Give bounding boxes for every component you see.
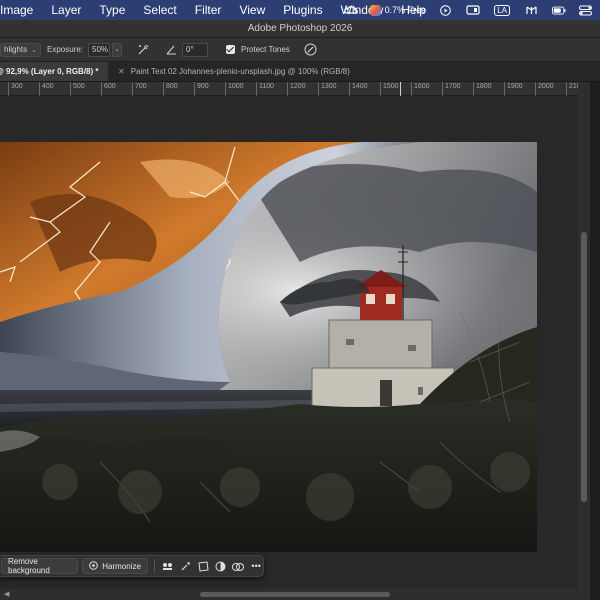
ruler-tick: 1400 <box>349 82 368 96</box>
ruler-tick: 700 <box>132 82 147 96</box>
transform-icon[interactable] <box>196 558 210 574</box>
ruler-tick: 500 <box>70 82 85 96</box>
horizontal-ruler[interactable]: 300 400 500 600 700 800 900 1000 1100 1200 1300 140… <box>0 82 585 96</box>
document-tab-bar: @ 92,9% (Layer 0, RGB/8) * ✕ Paint Text … <box>0 62 600 82</box>
exposure-dropdown-button[interactable]: ⌄ <box>112 42 123 57</box>
window-title-bar: Adobe Photoshop 2026 <box>0 20 600 38</box>
exposure-label: Exposure: <box>47 45 84 54</box>
memory-free-label: 0.7% Free <box>384 5 427 15</box>
battery-icon[interactable] <box>552 4 566 16</box>
ruler-tick: 300 <box>8 82 23 96</box>
network-icon[interactable] <box>524 4 538 16</box>
menu-image[interactable]: Image <box>0 3 33 17</box>
remove-background-button[interactable]: Remove background <box>1 557 79 575</box>
ruler-tick: 1600 <box>411 82 430 96</box>
document-canvas[interactable] <box>0 142 537 552</box>
memory-icon <box>369 4 381 16</box>
menu-select[interactable]: Select <box>143 3 176 17</box>
angle-input[interactable]: 0° <box>182 42 209 57</box>
close-icon[interactable]: ✕ <box>118 67 125 76</box>
harmonize-button[interactable]: Harmonize <box>82 558 148 574</box>
tab-document-paint-text[interactable]: ✕ Paint Text 02 Johannes-plenio-unsplash… <box>108 62 358 81</box>
horizontal-scroll-thumb[interactable] <box>200 592 390 597</box>
canvas-area[interactable]: Remove background Harmonize ••• <box>0 96 578 589</box>
ruler-tick: 1200 <box>287 82 306 96</box>
memory-status[interactable]: 0.7% Free <box>369 4 427 16</box>
creative-cloud-icon[interactable] <box>343 4 358 16</box>
harmonize-label: Harmonize <box>102 561 141 571</box>
select-subject-icon[interactable] <box>161 558 175 574</box>
vertical-scrollbar[interactable] <box>578 82 590 590</box>
menu-plugins[interactable]: Plugins <box>283 3 322 17</box>
control-center-icon[interactable] <box>578 4 592 16</box>
ruler-tick: 1100 <box>256 82 274 96</box>
magic-wand-icon[interactable] <box>178 558 192 574</box>
menu-filter[interactable]: Filter <box>195 3 222 17</box>
exposure-input[interactable]: 50% <box>88 42 111 57</box>
ruler-tick: 1700 <box>442 82 461 96</box>
angle-icon <box>164 43 178 57</box>
keyboard-layout-icon[interactable]: LA <box>494 4 510 16</box>
chevron-left-icon[interactable]: ◀ <box>4 590 9 598</box>
chevron-down-icon: ⌄ <box>31 46 37 54</box>
panel-edge <box>590 82 600 600</box>
tool-options-bar: hlights ⌄ Exposure: 50% ⌄ 0° Protect Ton… <box>0 38 600 62</box>
airbrush-icon[interactable] <box>136 43 150 57</box>
pressure-size-icon[interactable] <box>304 43 318 57</box>
generative-fill-icon[interactable] <box>232 558 246 574</box>
window-title: Adobe Photoshop 2026 <box>247 23 353 34</box>
ruler-tick: 1900 <box>504 82 523 96</box>
ruler-tick: 1500 <box>380 82 399 96</box>
remove-background-label: Remove background <box>8 557 50 575</box>
menu-type[interactable]: Type <box>99 3 125 17</box>
menu-bar: Image Layer Type Select Filter View Plug… <box>0 0 600 20</box>
play-icon[interactable] <box>438 4 452 16</box>
ruler-tick: 600 <box>101 82 116 96</box>
ruler-tick: 800 <box>163 82 178 96</box>
screen-icon[interactable] <box>466 4 480 16</box>
protect-tones-checkbox[interactable] <box>226 45 236 54</box>
more-options-icon[interactable]: ••• <box>249 558 263 574</box>
ruler-tick: 1000 <box>225 82 244 96</box>
protect-tones-label: Protect Tones <box>241 45 290 54</box>
divider <box>153 559 155 573</box>
horizontal-scrollbar[interactable]: ◀ <box>0 589 590 600</box>
ruler-tick: 2000 <box>535 82 554 96</box>
range-value: hlights <box>4 45 28 54</box>
ruler-tick: 1300 <box>318 82 337 96</box>
ruler-tick: 900 <box>194 82 209 96</box>
tab-label: @ 92,9% (Layer 0, RGB/8) * <box>0 67 99 76</box>
contextual-task-bar: Remove background Harmonize ••• <box>0 555 264 577</box>
ruler-tick: 1800 <box>473 82 492 96</box>
tab-document-active[interactable]: @ 92,9% (Layer 0, RGB/8) * <box>0 62 108 81</box>
harmonize-icon <box>89 560 99 572</box>
tab-label: Paint Text 02 Johannes-plenio-unsplash.j… <box>130 67 350 76</box>
menu-view[interactable]: View <box>239 3 265 17</box>
range-select[interactable]: hlights ⌄ <box>0 42 41 57</box>
canvas-image <box>0 142 537 552</box>
adjustment-icon[interactable] <box>214 558 228 574</box>
ruler-tick: 400 <box>39 82 54 96</box>
vertical-scroll-thumb[interactable] <box>581 232 587 502</box>
menu-layer[interactable]: Layer <box>51 3 81 17</box>
ruler-cursor-marker <box>400 82 401 96</box>
status-area: 0.7% Free LA <box>332 0 600 20</box>
